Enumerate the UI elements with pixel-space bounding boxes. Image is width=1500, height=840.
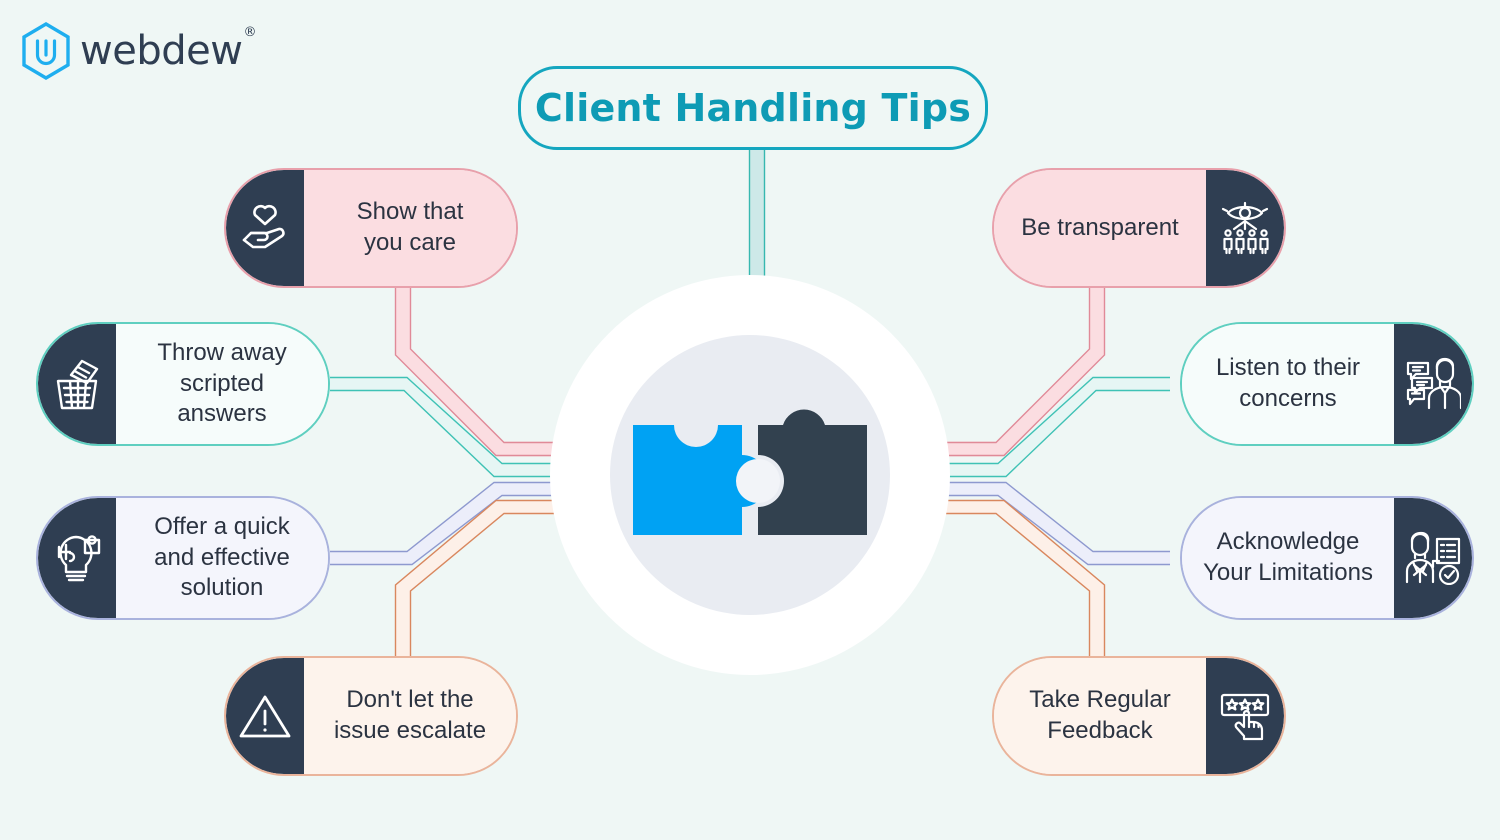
wire-take-regular-feedback (920, 499, 1106, 660)
page-title-text: Client Handling Tips (534, 86, 972, 130)
node-throw-away-scripted[interactable]: Throw away scripted answers (36, 322, 330, 446)
center-hub (550, 275, 950, 675)
infographic-canvas: webdew® .pipe { stroke-width: 15; fill: … (0, 0, 1500, 840)
node-label: Offer a quick and effective solution (116, 498, 328, 618)
node-label: Throw away scripted answers (116, 324, 328, 444)
node-label: Listen to their concerns (1182, 324, 1394, 444)
node-offer-quick-solution[interactable]: Offer a quick and effective solution (36, 496, 330, 620)
node-label: Take Regular Feedback (994, 658, 1206, 774)
node-label: Acknowledge Your Limitations (1182, 498, 1394, 618)
node-take-regular-feedback[interactable]: Take Regular Feedback (992, 656, 1286, 776)
node-show-that-you-care[interactable]: Show that you care (224, 168, 518, 288)
page-title: Client Handling Tips (518, 66, 988, 150)
node-listen-to-concerns[interactable]: Listen to their concerns (1180, 322, 1474, 446)
node-acknowledge-limitations[interactable]: Acknowledge Your Limitations (1180, 496, 1474, 620)
node-be-transparent[interactable]: Be transparent (992, 168, 1286, 288)
wire-be-transparent (920, 280, 1106, 457)
center-hub-inner-circle (610, 335, 890, 615)
wire-dont-let-issue-escalate (394, 499, 580, 660)
two-puzzle-pieces-icon (633, 403, 867, 535)
wire-title-to-hub (748, 144, 766, 282)
node-dont-let-issue-escalate[interactable]: Don't let the issue escalate (224, 656, 518, 776)
node-label: Show that you care (304, 170, 516, 286)
wire-show-that-you-care (394, 280, 580, 457)
node-label: Be transparent (994, 170, 1206, 286)
node-label: Don't let the issue escalate (304, 658, 516, 774)
